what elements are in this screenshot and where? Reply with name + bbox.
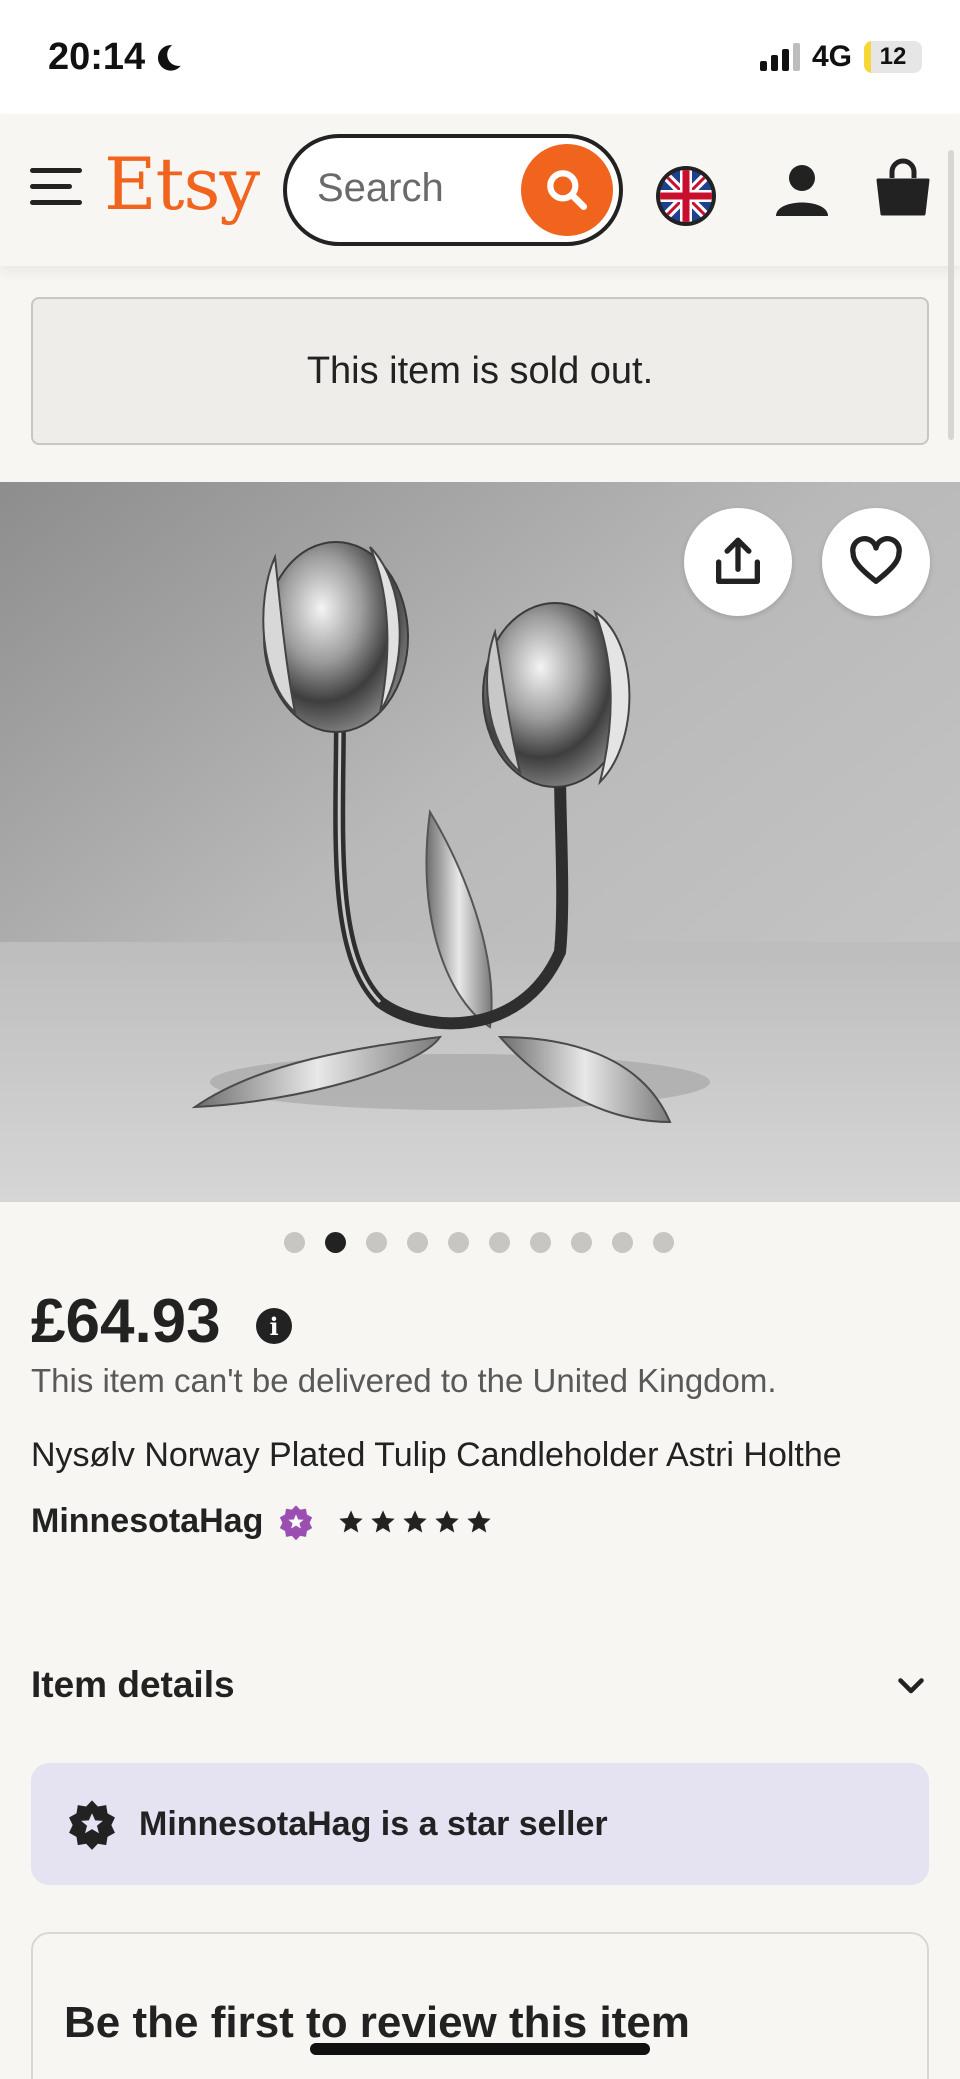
battery-icon: 12 (864, 41, 922, 73)
cart-icon[interactable] (874, 158, 932, 218)
star-seller-icon (69, 1800, 115, 1850)
star-icon (467, 1509, 492, 1532)
chevron-down-icon (898, 1678, 924, 1694)
status-indicators: 4G 12 (759, 40, 922, 74)
star-icon (371, 1509, 396, 1532)
search-input[interactable] (317, 166, 517, 211)
battery-percent: 12 (879, 43, 907, 70)
status-time: 20:14 (48, 36, 185, 79)
home-indicator[interactable] (310, 2043, 650, 2055)
price: £64.93 (31, 1287, 221, 1356)
share-icon (716, 537, 760, 584)
star-icon (339, 1509, 364, 1532)
star-seller-callout[interactable]: MinnesotaHag is a star seller (31, 1763, 929, 1885)
seller-row: MinnesotaHag (31, 1502, 493, 1541)
carousel-dot[interactable] (448, 1232, 469, 1253)
seller-name-link[interactable]: MinnesotaHag (31, 1502, 263, 1541)
etsy-logo[interactable]: Etsy (104, 148, 260, 220)
review-heading: Be the first to review this item (64, 1998, 690, 2047)
product-image[interactable] (0, 482, 960, 1202)
tulip-candleholder-photo (0, 482, 960, 1202)
star-icon (403, 1509, 428, 1532)
carousel-dot[interactable] (653, 1232, 674, 1253)
carousel-dot[interactable] (612, 1232, 633, 1253)
carousel-dot[interactable] (571, 1232, 592, 1253)
scrollbar[interactable] (948, 150, 954, 440)
uk-flag-icon[interactable] (654, 164, 718, 228)
sold-out-banner: This item is sold out. (31, 297, 929, 445)
item-details-toggle[interactable]: Item details (31, 1640, 929, 1730)
image-carousel-dots[interactable] (284, 1232, 674, 1253)
carousel-dot[interactable] (325, 1232, 346, 1253)
network-label: 4G (811, 40, 852, 73)
share-button[interactable] (684, 508, 792, 616)
favorite-button[interactable] (822, 508, 930, 616)
carousel-dot[interactable] (366, 1232, 387, 1253)
moon-icon (158, 44, 181, 71)
star-seller-badge-icon (280, 1504, 313, 1540)
star-seller-text: MinnesotaHag is a star seller (139, 1804, 608, 1843)
product-title: Nysølv Norway Plated Tulip Candleholder … (31, 1436, 842, 1474)
status-bar: 20:14 4G 12 (0, 0, 960, 114)
carousel-dot[interactable] (284, 1232, 305, 1253)
signal-icon (759, 43, 800, 71)
carousel-dot[interactable] (407, 1232, 428, 1253)
search-icon (547, 170, 587, 211)
clock-text: 20:14 (48, 36, 146, 78)
rating-stars[interactable] (337, 1508, 493, 1536)
search-bar[interactable] (283, 134, 623, 246)
carousel-dot[interactable] (530, 1232, 551, 1253)
battery-level (864, 41, 871, 73)
star-icon (435, 1509, 460, 1532)
item-details-label: Item details (31, 1664, 235, 1705)
delivery-note: This item can't be delivered to the Unit… (31, 1362, 777, 1399)
carousel-dot[interactable] (489, 1232, 510, 1253)
heart-icon (850, 536, 902, 584)
info-icon[interactable]: i (256, 1308, 292, 1344)
hamburger-menu-icon[interactable] (30, 168, 82, 208)
user-icon[interactable] (772, 160, 832, 220)
search-button[interactable] (521, 144, 613, 236)
